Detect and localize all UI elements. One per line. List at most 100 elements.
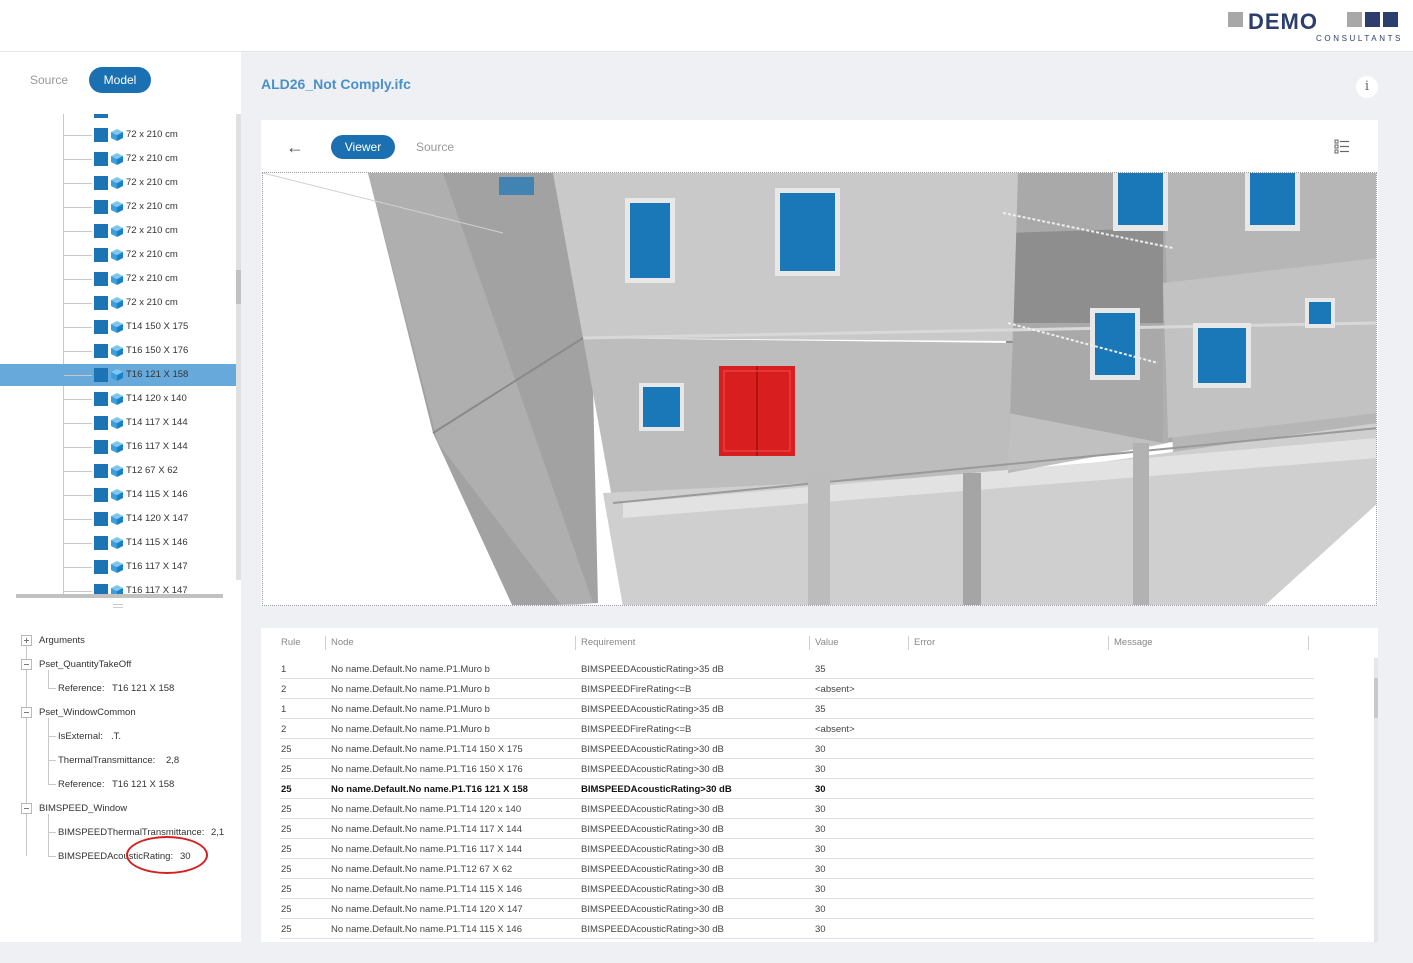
tree-row[interactable]: T16 117 X 144 <box>0 436 237 458</box>
table-row[interactable]: 25 No name.Default.No name.P1.T14 115 X 1… <box>280 879 1314 899</box>
tree-row-partial[interactable] <box>0 114 237 122</box>
tree-row[interactable]: 72 x 210 cm <box>0 220 237 242</box>
tree-row[interactable]: T14 120 x 140 <box>0 388 237 410</box>
col-header-requirement[interactable]: Requirement <box>581 637 635 648</box>
ifc-element-cube-icon <box>111 345 123 357</box>
visibility-checkbox[interactable] <box>94 464 108 478</box>
tab-model[interactable]: Model <box>89 67 151 93</box>
tree-row[interactable]: 72 x 210 cm <box>0 244 237 266</box>
col-separator[interactable] <box>1108 636 1109 650</box>
col-header-value[interactable]: Value <box>815 637 839 648</box>
model-tree: 72 x 210 cm 72 x 210 cm 72 x 210 cm 72 x 21… <box>0 114 237 596</box>
tree-row-label: T14 120 x 140 <box>126 393 187 404</box>
cell-requirement: BIMSPEEDAcousticRating>35 dB <box>581 704 724 715</box>
visibility-checkbox[interactable] <box>94 488 108 502</box>
tree-horizontal-scrollbar[interactable] <box>16 594 223 598</box>
visibility-checkbox[interactable] <box>94 560 108 574</box>
tree-vertical-scrollbar[interactable] <box>236 114 241 580</box>
cell-rule: 2 <box>281 684 287 695</box>
collapse-bimspeed-icon[interactable] <box>21 803 32 814</box>
checklist-icon[interactable] <box>1334 138 1350 154</box>
visibility-checkbox[interactable] <box>94 224 108 238</box>
ifc-element-cube-icon <box>111 393 123 405</box>
ifc-element-cube-icon <box>111 201 123 213</box>
table-row[interactable]: 25 No name.Default.No name.P1.T16 150 X 1… <box>280 759 1314 779</box>
tree-row[interactable]: 72 x 210 cm <box>0 292 237 314</box>
visibility-checkbox[interactable] <box>94 176 108 190</box>
visibility-checkbox[interactable] <box>94 392 108 406</box>
ifc-element-cube-icon <box>111 369 123 381</box>
tree-row[interactable]: T14 120 X 147 <box>0 508 237 530</box>
visibility-checkbox[interactable] <box>94 344 108 358</box>
col-header-error[interactable]: Error <box>914 637 935 648</box>
visibility-checkbox[interactable] <box>94 536 108 550</box>
col-separator[interactable] <box>575 636 576 650</box>
table-row[interactable]: 25 No name.Default.No name.P1.T14 120 x 1… <box>280 799 1314 819</box>
col-separator[interactable] <box>325 636 326 650</box>
col-separator[interactable] <box>908 636 909 650</box>
tree-row[interactable]: 72 x 210 cm <box>0 148 237 170</box>
visibility-checkbox[interactable] <box>94 114 108 118</box>
prop-group-arguments[interactable]: Arguments <box>39 635 85 646</box>
visibility-checkbox[interactable] <box>94 512 108 526</box>
table-vertical-scrollbar[interactable] <box>1374 658 1378 942</box>
tab-viewer[interactable]: Viewer <box>331 135 395 159</box>
prop-group-window-common[interactable]: Pset_WindowCommon <box>39 707 136 718</box>
tree-row[interactable]: T16 150 X 176 <box>0 340 237 362</box>
visibility-checkbox[interactable] <box>94 152 108 166</box>
table-row[interactable]: 1 No name.Default.No name.P1.Muro b BIMSPE… <box>280 699 1314 719</box>
tree-row[interactable]: T14 115 X 146 <box>0 532 237 554</box>
tree-row[interactable]: 72 x 210 cm <box>0 268 237 290</box>
panel-splitter-handle[interactable] <box>110 603 126 609</box>
col-header-message[interactable]: Message <box>1114 637 1153 648</box>
table-row[interactable]: 1 No name.Default.No name.P1.Muro b BIMSPE… <box>280 659 1314 679</box>
tree-row[interactable]: 72 x 210 cm <box>0 172 237 194</box>
tab-source[interactable]: Source <box>18 67 80 93</box>
visibility-checkbox[interactable] <box>94 368 108 382</box>
prop-group-bimspeed[interactable]: BIMSPEED_Window <box>39 803 127 814</box>
table-row[interactable]: 25 No name.Default.No name.P1.T14 117 X 1… <box>280 819 1314 839</box>
table-row[interactable]: 25 No name.Default.No name.P1.T12 67 X 62… <box>280 859 1314 879</box>
tree-row[interactable]: T16 121 X 158 <box>0 364 237 386</box>
visibility-checkbox[interactable] <box>94 440 108 454</box>
tree-row[interactable]: 72 x 210 cm <box>0 124 237 146</box>
table-row[interactable]: 2 No name.Default.No name.P1.Muro b BIMSPE… <box>280 679 1314 699</box>
tree-scroll-thumb[interactable] <box>236 270 241 304</box>
table-row[interactable]: 25 No name.Default.No name.P1.T16 117 X 1… <box>280 839 1314 859</box>
prop-group-qto[interactable]: Pset_QuantityTakeOff <box>39 659 131 670</box>
col-header-rule[interactable]: Rule <box>281 637 301 648</box>
table-row[interactable]: 25 No name.Default.No name.P1.T16 121 X 1… <box>280 779 1314 799</box>
visibility-checkbox[interactable] <box>94 248 108 262</box>
back-arrow-icon[interactable]: ← <box>286 137 308 157</box>
cell-requirement: BIMSPEEDAcousticRating>30 dB <box>581 924 724 935</box>
3d-viewer-canvas[interactable] <box>262 172 1377 606</box>
table-row[interactable]: 25 No name.Default.No name.P1.T14 120 X 1… <box>280 899 1314 919</box>
visibility-checkbox[interactable] <box>94 272 108 286</box>
tree-row[interactable]: T14 150 X 175 <box>0 316 237 338</box>
tab-viewer-source[interactable]: Source <box>403 135 467 159</box>
tree-row[interactable]: T14 117 X 144 <box>0 412 237 434</box>
tree-row[interactable]: T16 117 X 147 <box>0 556 237 578</box>
visibility-checkbox[interactable] <box>94 320 108 334</box>
tree-row[interactable]: T14 115 X 146 <box>0 484 237 506</box>
expand-arguments-icon[interactable] <box>21 635 32 646</box>
table-scroll-thumb[interactable] <box>1374 678 1378 718</box>
tree-row-label: 72 x 210 cm <box>126 225 178 236</box>
table-row[interactable]: 25 No name.Default.No name.P1.T14 150 X 1… <box>280 739 1314 759</box>
collapse-window-common-icon[interactable] <box>21 707 32 718</box>
collapse-qto-icon[interactable] <box>21 659 32 670</box>
tree-row[interactable]: T12 67 X 62 <box>0 460 237 482</box>
info-icon[interactable]: i <box>1356 76 1378 98</box>
col-separator[interactable] <box>1308 636 1309 650</box>
table-row[interactable]: 2 No name.Default.No name.P1.Muro b BIMSPE… <box>280 719 1314 739</box>
visibility-checkbox[interactable] <box>94 416 108 430</box>
tree-row-label: T16 150 X 176 <box>126 345 189 356</box>
tree-row[interactable]: 72 x 210 cm <box>0 196 237 218</box>
visibility-checkbox[interactable] <box>94 200 108 214</box>
visibility-checkbox[interactable] <box>94 128 108 142</box>
table-row[interactable]: 25 No name.Default.No name.P1.T14 115 X 1… <box>280 919 1314 939</box>
visibility-checkbox[interactable] <box>94 296 108 310</box>
tree-row-label: T14 120 X 147 <box>126 513 189 524</box>
col-header-node[interactable]: Node <box>331 637 354 648</box>
col-separator[interactable] <box>809 636 810 650</box>
